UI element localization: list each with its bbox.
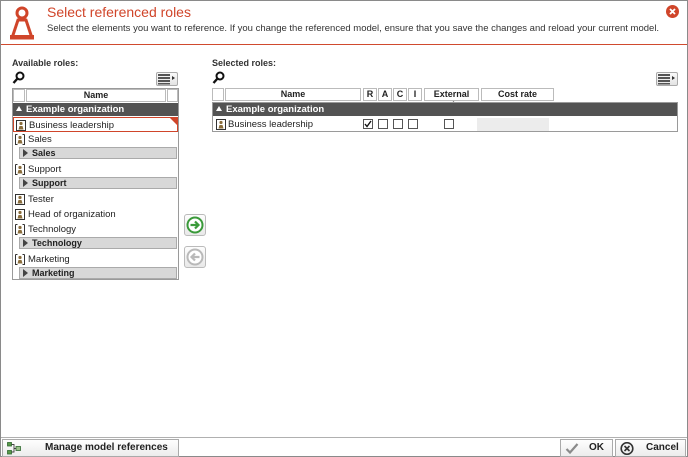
expand-triangle-icon[interactable] [23, 149, 28, 157]
r-column-header[interactable]: R [363, 88, 377, 101]
table-row[interactable]: Business leadership [213, 117, 677, 132]
dialog-header: Select referenced roles Select the eleme… [1, 1, 687, 45]
i-column-header[interactable]: I [408, 88, 422, 101]
sub-group-support[interactable]: Support [19, 177, 177, 189]
group-label: Example organization [226, 104, 325, 115]
available-roles-label: Available roles: [12, 58, 79, 68]
list-item-marketing[interactable]: Marketing [13, 252, 178, 267]
selection-corner-marker [170, 118, 177, 125]
add-to-selection-button[interactable] [184, 214, 206, 236]
collapse-triangle-icon[interactable] [16, 106, 22, 111]
list-item-head-of-organization[interactable]: Head of organization [13, 207, 178, 222]
role-group-icon [15, 224, 25, 235]
role-icon [16, 120, 26, 131]
available-group-row[interactable]: Example organization [13, 103, 178, 116]
role-icon [15, 194, 25, 205]
column-chooser-button[interactable] [656, 72, 678, 86]
close-icon[interactable] [666, 5, 679, 18]
column-chooser-icon [158, 74, 175, 85]
cost-rate-cell[interactable] [477, 118, 549, 131]
c-column-header[interactable]: C [393, 88, 407, 101]
search-icon[interactable] [212, 71, 226, 85]
left-extra-column-header[interactable] [167, 89, 178, 102]
selected-group-row[interactable]: Example organization [213, 103, 677, 116]
right-name-column-header[interactable]: Name [225, 88, 361, 101]
external-role-checkbox[interactable] [444, 119, 454, 129]
manage-model-references-button[interactable]: Manage model references [2, 439, 179, 457]
role-group-icon [15, 254, 25, 265]
available-roles-list[interactable]: Name Example organization Business leade… [12, 88, 179, 280]
role-group-icon [15, 134, 25, 145]
sub-group-sales[interactable]: Sales [19, 147, 177, 159]
accountable-checkbox[interactable] [378, 119, 388, 129]
group-label: Example organization [26, 104, 125, 115]
arrow-left-icon [186, 248, 204, 266]
consulted-checkbox[interactable] [393, 119, 403, 129]
external-role-column-header[interactable]: External role [424, 88, 479, 110]
select-referenced-roles-dialog: Select referenced roles Select the eleme… [0, 0, 688, 457]
app-logo-icon [9, 6, 35, 40]
cancel-icon [620, 442, 634, 455]
left-check-column-header[interactable] [13, 89, 25, 102]
collapse-triangle-icon[interactable] [216, 106, 222, 111]
role-icon [15, 209, 25, 220]
responsible-checkbox[interactable] [363, 119, 373, 129]
right-check-column-header[interactable] [212, 88, 224, 101]
checkmark-icon [364, 120, 372, 128]
dialog-footer: Manage model references OK Cancel [1, 437, 687, 457]
expand-triangle-icon[interactable] [23, 269, 28, 277]
list-item-support[interactable]: Support [13, 162, 178, 177]
a-column-header[interactable]: A [378, 88, 392, 101]
selected-roles-label: Selected roles: [212, 58, 277, 68]
left-name-column-header[interactable]: Name [26, 89, 166, 102]
role-icon [216, 119, 226, 130]
sub-group-technology[interactable]: Technology [19, 237, 177, 249]
role-group-icon [15, 164, 25, 175]
list-item-sales[interactable]: Sales [13, 132, 178, 147]
sub-group-marketing[interactable]: Marketing [19, 267, 177, 279]
expand-triangle-icon[interactable] [23, 239, 28, 247]
role-name-cell: Business leadership [228, 119, 314, 130]
dialog-title: Select referenced roles [47, 4, 191, 20]
search-icon[interactable] [12, 71, 26, 85]
selected-roles-table[interactable]: Example organization Business leadership [212, 102, 678, 132]
list-item-business-leadership[interactable]: Business leadership [13, 117, 178, 132]
cost-rate-column-header[interactable]: Cost rate [481, 88, 554, 101]
arrow-right-icon [186, 216, 204, 234]
checkmark-icon [565, 443, 579, 455]
column-chooser-icon [658, 74, 675, 85]
expand-triangle-icon[interactable] [23, 179, 28, 187]
informed-checkbox[interactable] [408, 119, 418, 129]
column-chooser-button[interactable] [156, 72, 178, 86]
model-references-icon [7, 442, 21, 455]
list-item-tester[interactable]: Tester [13, 192, 178, 207]
remove-from-selection-button[interactable] [184, 246, 206, 268]
list-item-technology[interactable]: Technology [13, 222, 178, 237]
cancel-button[interactable]: Cancel [615, 439, 686, 457]
dialog-subtitle: Select the elements you want to referenc… [47, 23, 660, 34]
ok-button[interactable]: OK [560, 439, 613, 457]
